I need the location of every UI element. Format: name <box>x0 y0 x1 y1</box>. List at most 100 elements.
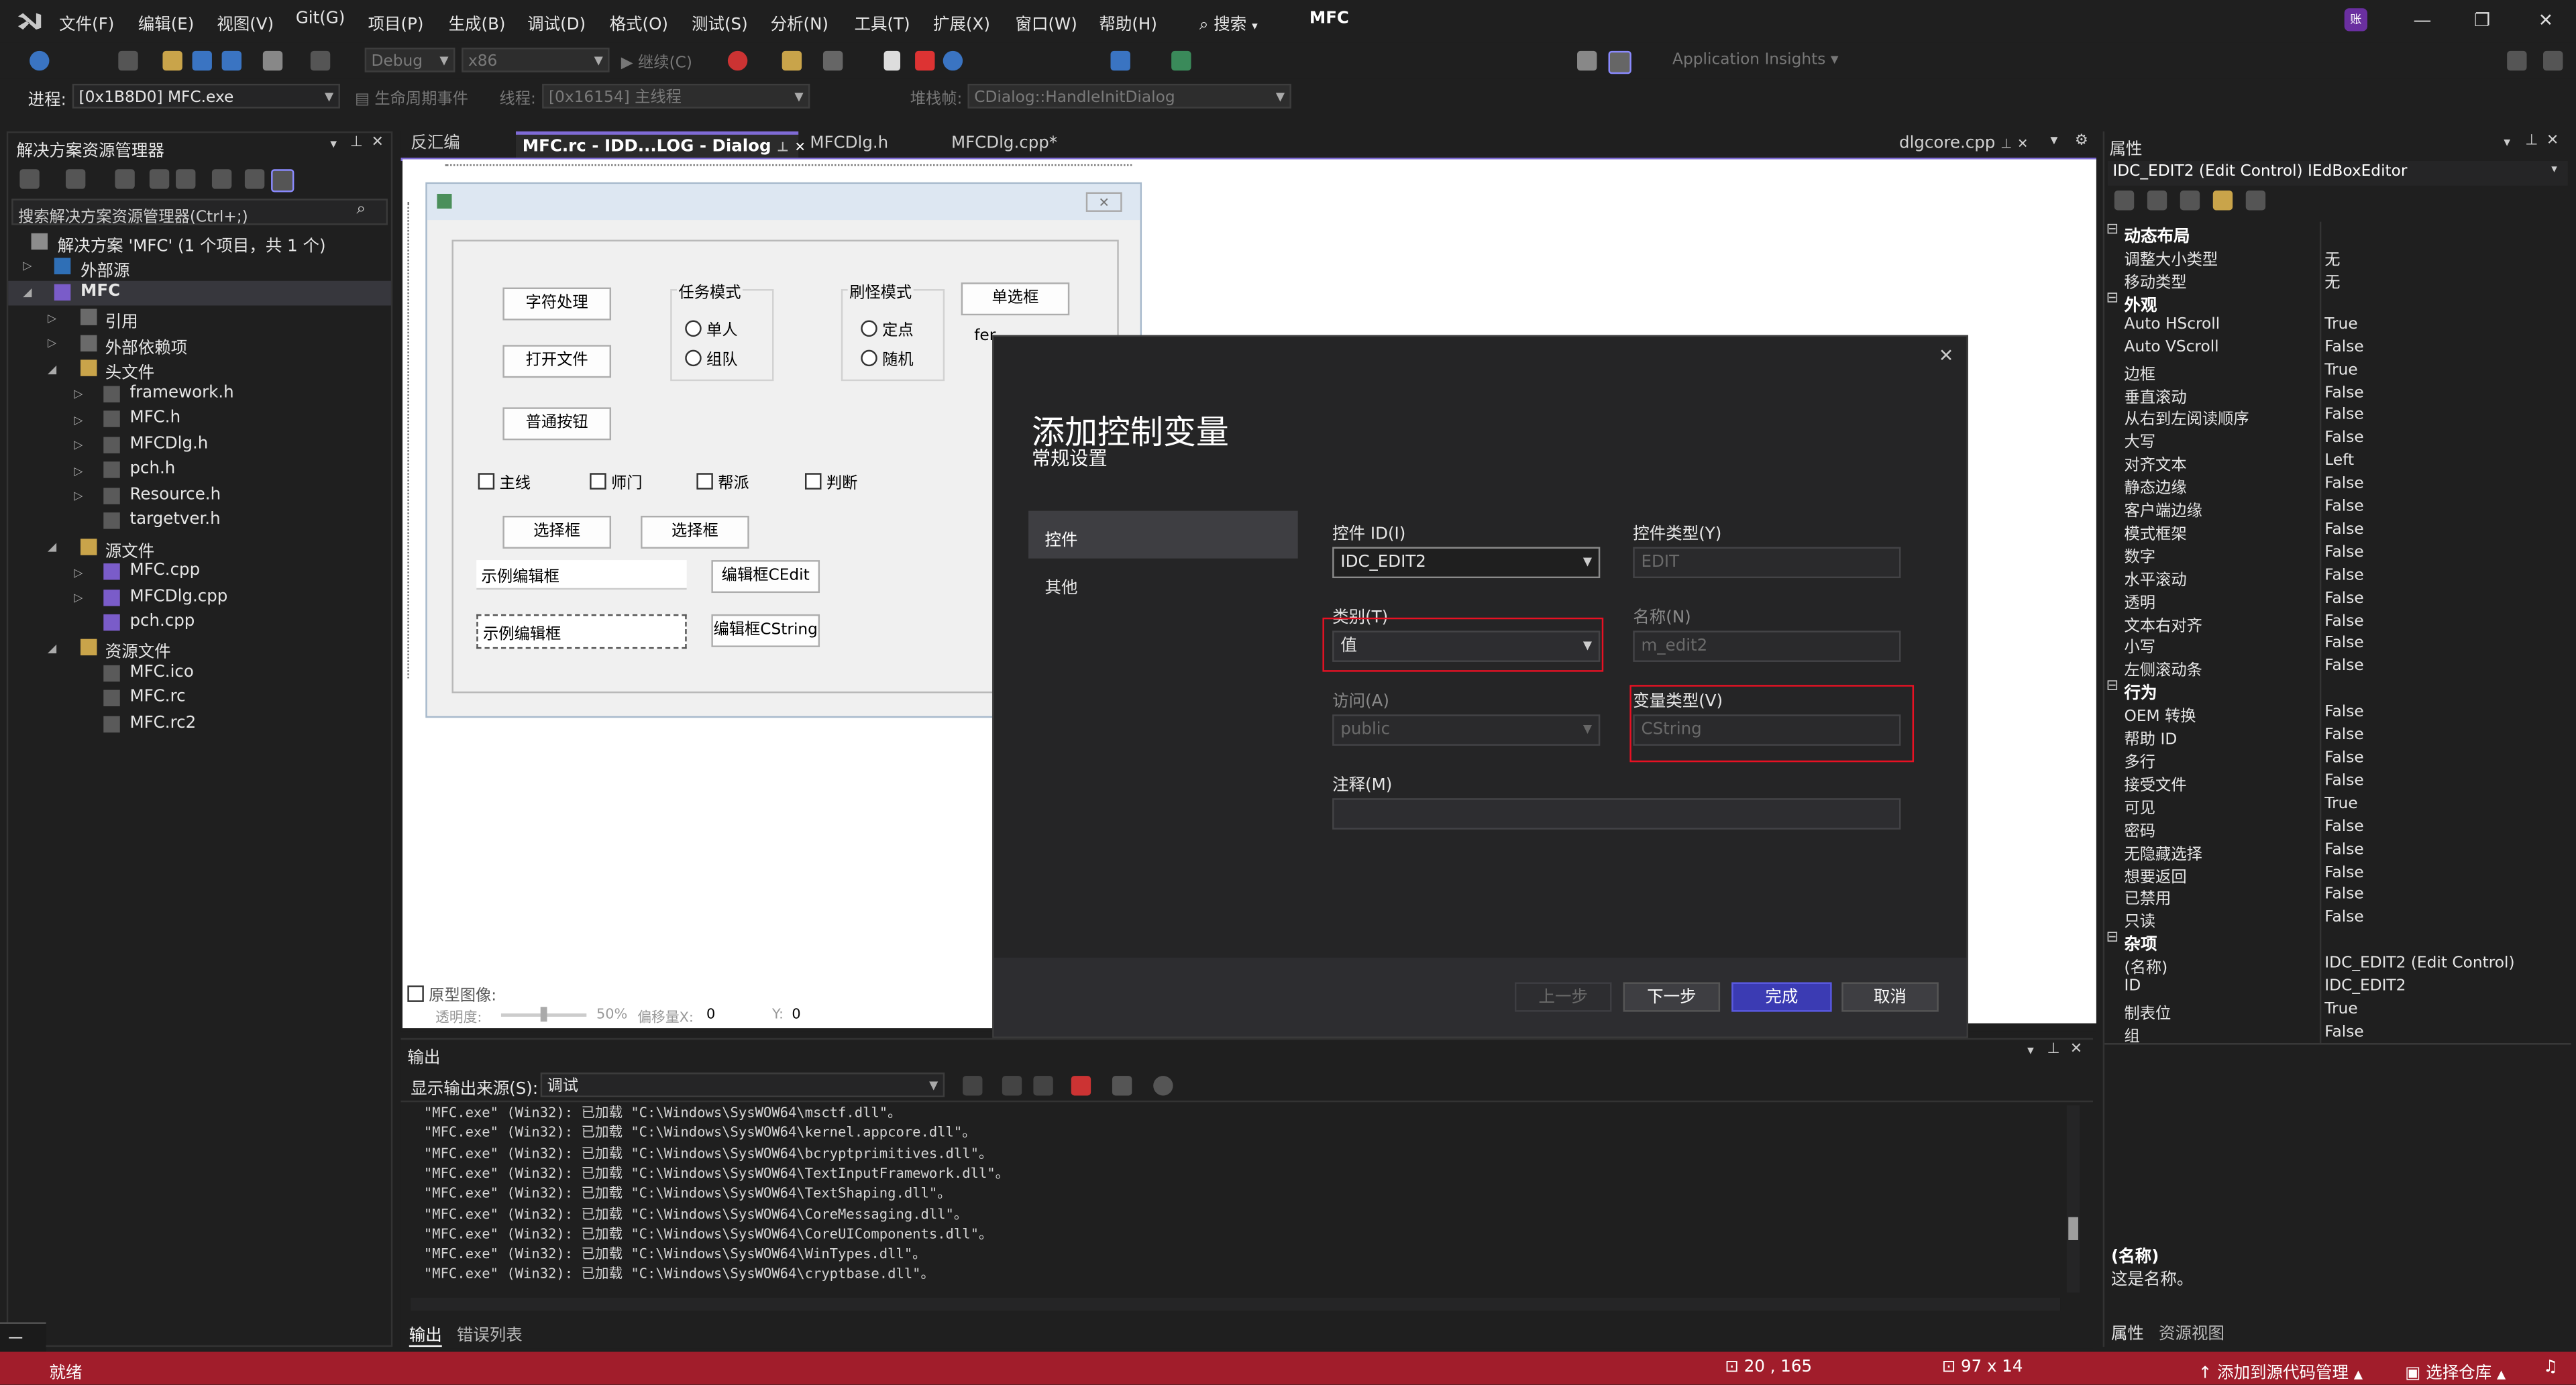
menu-tools[interactable]: 工具(T) <box>854 10 910 35</box>
tree-item-header-files[interactable]: 头文件 <box>105 358 154 383</box>
menu-view[interactable]: 视图(V) <box>217 10 274 35</box>
prev-button[interactable]: 上一步 <box>1514 982 1612 1012</box>
run-icon[interactable] <box>1171 50 1191 71</box>
open-file-icon[interactable] <box>162 50 182 71</box>
output-source-select[interactable]: 调试 ▼ <box>540 1072 945 1097</box>
close-icon[interactable]: ✕ <box>2538 10 2554 32</box>
chevron-down-icon[interactable]: ▾ <box>2027 1043 2034 1058</box>
close-icon[interactable]: ✕ <box>2546 133 2559 149</box>
control-id-select[interactable]: IDC_EDIT2 ▼ <box>1332 547 1601 579</box>
code-view-icon[interactable] <box>211 169 232 189</box>
property-value[interactable]: False <box>2324 429 2363 447</box>
menu-help[interactable]: 帮助(H) <box>1099 10 1157 35</box>
application-insights-button[interactable]: Application Insights ▾ <box>1672 51 1839 69</box>
property-value[interactable]: IDC_EDIT2 (Edit Control) <box>2324 954 2514 973</box>
close-icon[interactable]: ✕ <box>1939 345 1954 366</box>
tree-item-pch-cpp[interactable]: pch.cpp <box>129 612 195 630</box>
property-row[interactable]: 客户端边缘 False <box>2104 496 2571 520</box>
property-row[interactable]: 已禁用 False <box>2104 885 2571 909</box>
property-value[interactable]: Left <box>2324 452 2354 470</box>
lifecycle-events-button[interactable]: ▤ 生命周期事件 <box>355 85 468 109</box>
tree-item-external-deps[interactable]: 外部依赖项 <box>105 333 187 358</box>
property-row[interactable]: 可见 True <box>2104 793 2571 818</box>
property-value[interactable]: False <box>2324 749 2363 767</box>
expand-icon[interactable]: ▷ <box>74 490 83 503</box>
finish-button[interactable]: 完成 <box>1731 982 1832 1012</box>
pin-icon[interactable]: ⊥ <box>2000 136 2012 151</box>
tab-resource-view[interactable]: 资源视图 <box>2159 1319 2224 1343</box>
property-row[interactable]: 垂直滚动 False <box>2104 382 2571 406</box>
normal-button[interactable]: 普通按钮 <box>502 407 612 441</box>
property-value[interactable]: False <box>2324 886 2363 904</box>
property-value[interactable]: False <box>2324 657 2363 675</box>
property-row[interactable]: 接受文件 False <box>2104 770 2571 795</box>
menu-test[interactable]: 测试(S) <box>692 10 748 35</box>
property-row[interactable]: 水平滚动 False <box>2104 565 2571 589</box>
chevron-down-icon[interactable]: ▾ <box>2504 135 2510 150</box>
checkbox-main[interactable]: 主线 <box>478 469 531 493</box>
property-row[interactable]: 多行 False <box>2104 747 2571 772</box>
share-icon[interactable] <box>2507 50 2527 71</box>
checkbox-school[interactable]: 师门 <box>590 469 643 493</box>
property-row[interactable]: 移动类型 无 <box>2104 268 2571 292</box>
word-wrap-icon[interactable] <box>1112 1076 1132 1096</box>
config-select[interactable]: Debug ▼ <box>364 48 455 72</box>
property-value[interactable]: False <box>2324 772 2363 790</box>
pause-icon[interactable] <box>883 50 901 71</box>
properties-wrench-icon[interactable] <box>244 169 265 189</box>
grid-icon[interactable] <box>1577 50 1597 71</box>
comment-input[interactable] <box>1332 798 1901 830</box>
property-row[interactable]: 只读 False <box>2104 907 2571 932</box>
tree-item-mfcdlg-h[interactable]: MFCDlg.h <box>129 435 208 453</box>
expand-icon[interactable]: ▷ <box>74 388 83 401</box>
property-value[interactable]: True <box>2324 315 2357 333</box>
guides-icon[interactable] <box>1608 50 1631 74</box>
output-vertical-scrollbar[interactable] <box>2066 1105 2080 1293</box>
expand-icon[interactable]: ▷ <box>74 414 83 427</box>
radio-box-button[interactable]: 单选框 <box>961 282 1070 316</box>
property-row[interactable]: 帮助 ID False <box>2104 724 2571 749</box>
property-row[interactable]: Auto HScroll True <box>2104 313 2571 336</box>
open-folder-icon[interactable] <box>782 50 802 71</box>
property-value[interactable]: False <box>2324 589 2363 607</box>
property-value[interactable]: IDC_EDIT2 <box>2324 977 2406 995</box>
collapse-icon[interactable]: ◢ <box>48 643 56 656</box>
tab-error-list[interactable]: 错误列表 <box>457 1321 523 1345</box>
property-value[interactable]: False <box>2324 406 2363 425</box>
tree-item-mfcdlg-cpp[interactable]: MFCDlg.cpp <box>129 588 227 606</box>
radio-single[interactable]: 单人 <box>685 317 738 340</box>
search-button[interactable]: ⌕ 搜索 ▾ <box>1199 10 1258 35</box>
tab-disassembly[interactable]: 反汇编 <box>404 131 466 158</box>
collapse-icon[interactable]: ⊟ <box>2106 930 2118 946</box>
tree-item-solution[interactable]: 解决方案 'MFC' (1 个项目，共 1 个) <box>58 231 326 256</box>
property-value[interactable]: False <box>2324 543 2363 561</box>
property-row[interactable]: 对齐文本 Left <box>2104 450 2571 475</box>
menu-git[interactable]: Git(G) <box>296 10 345 28</box>
property-value[interactable]: False <box>2324 818 2363 836</box>
property-row[interactable]: 边框 True <box>2104 359 2571 384</box>
timestamp-clock-icon[interactable] <box>1153 1076 1173 1096</box>
process-select[interactable]: [0x1B8D0] MFC.exe ▼ <box>72 83 340 109</box>
property-row[interactable]: Auto VScroll False <box>2104 336 2571 359</box>
property-row[interactable]: 文本右对齐 False <box>2104 610 2571 634</box>
pin-icon[interactable]: ⊥ <box>777 140 789 154</box>
sync-icon[interactable] <box>115 169 135 189</box>
tree-item-source-files[interactable]: 源文件 <box>105 537 154 562</box>
collapse-icon[interactable]: ◢ <box>48 363 56 376</box>
close-icon[interactable]: ✕ <box>371 135 383 151</box>
menu-file[interactable]: 文件(F) <box>59 10 114 35</box>
tab-mfc-rc-dialog[interactable]: MFC.rc - IDD...LOG - Dialog ⊥ ✕ <box>515 131 806 158</box>
offset-y-input[interactable]: 0 <box>792 1007 800 1023</box>
menu-project[interactable]: 项目(P) <box>368 10 424 35</box>
new-project-icon[interactable] <box>118 50 138 71</box>
example-edit-1[interactable]: 示例编辑框 <box>476 560 687 590</box>
property-row[interactable]: 调整大小类型 无 <box>2104 245 2571 270</box>
prev-message-icon[interactable] <box>1002 1076 1022 1096</box>
offset-x-input[interactable]: 0 <box>706 1007 715 1023</box>
property-category[interactable]: ⊟ 行为 <box>2104 679 2571 704</box>
property-pages-wrench-icon[interactable] <box>2245 190 2266 211</box>
chevron-down-icon[interactable]: ▾ <box>330 136 337 151</box>
properties-object-select[interactable]: IDC_EDIT2 (Edit Control) IEdBoxEditor ▾ <box>2108 161 2568 186</box>
redo-icon[interactable] <box>310 50 331 71</box>
collapse-icon[interactable]: ◢ <box>48 541 56 554</box>
